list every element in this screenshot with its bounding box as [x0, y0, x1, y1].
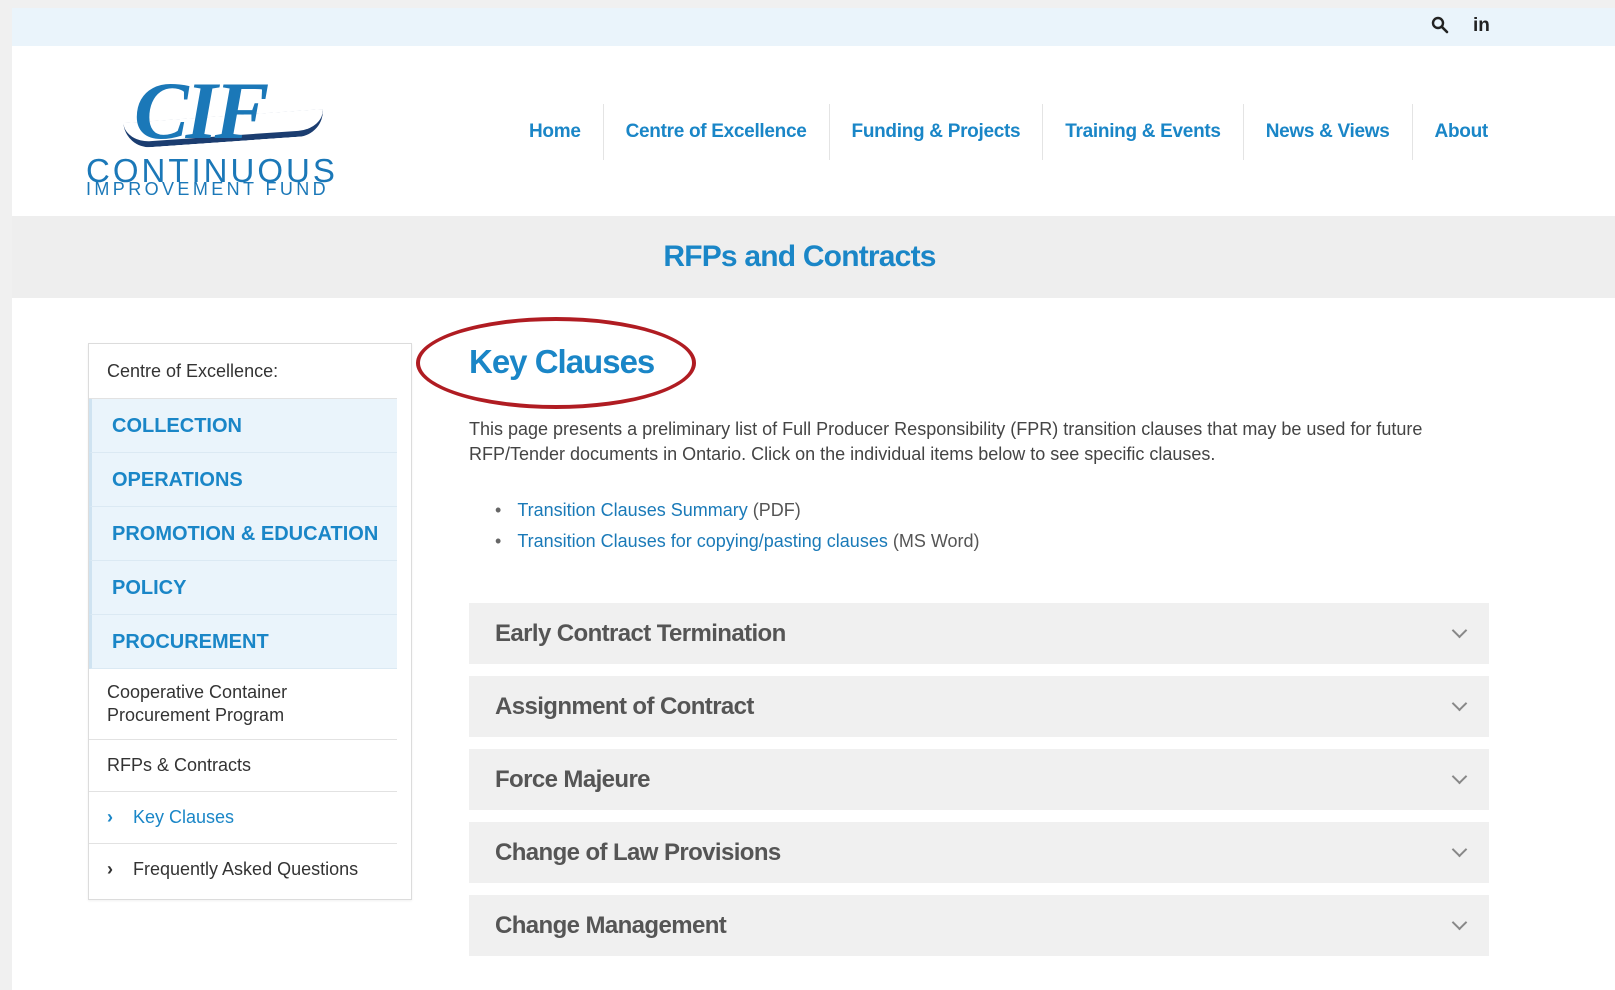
- accordion-title: Early Contract Termination: [495, 619, 786, 647]
- cif-logo[interactable]: CIF CONTINUOUS IMPROVEMENT FUND: [86, 70, 386, 200]
- sidebar-item-promotion-education[interactable]: PROMOTION & EDUCATION: [89, 507, 397, 561]
- chevron-down-icon: [1451, 768, 1468, 785]
- linkedin-icon[interactable]: in: [1473, 15, 1490, 37]
- nav-funding-projects[interactable]: Funding & Projects: [828, 104, 1043, 160]
- sidebar-subitem-label: Frequently Asked Questions: [133, 859, 359, 879]
- chevron-down-icon: [1451, 622, 1468, 639]
- page-title: RFPs and Contracts: [663, 240, 936, 273]
- document-links: Transition Clauses Summary (PDF) Transit…: [469, 495, 1489, 557]
- nav-training-events[interactable]: Training & Events: [1042, 104, 1242, 160]
- logo-mark: CIF: [134, 65, 269, 156]
- accordion-title: Change of Law Provisions: [495, 838, 781, 866]
- accordion-assignment-of-contract[interactable]: Assignment of Contract: [469, 676, 1489, 737]
- sidebar-subitem-label: RFPs & Contracts: [107, 755, 252, 775]
- accordion-title: Assignment of Contract: [495, 692, 754, 720]
- intro-text: This page presents a preliminary list of…: [469, 419, 1423, 464]
- site-header: CIF CONTINUOUS IMPROVEMENT FUND Home Cen…: [12, 46, 1615, 224]
- chevron-down-icon: [1451, 841, 1468, 858]
- sidebar-subitem-key-clauses[interactable]: › Key Clauses: [89, 792, 397, 844]
- sidebar-subitem-rfps-contracts[interactable]: RFPs & Contracts: [89, 740, 397, 792]
- nav-about[interactable]: About: [1411, 104, 1510, 160]
- sidebar-item-collection[interactable]: COLLECTION: [89, 399, 397, 453]
- nav-centre-of-excellence[interactable]: Centre of Excellence: [602, 104, 829, 160]
- link-suffix: (PDF): [747, 500, 801, 520]
- sidebar-subitem-label: Key Clauses: [133, 807, 235, 827]
- section-title-wrap: Key Clauses: [416, 317, 1489, 409]
- main-nav: Home Centre of Excellence Funding & Proj…: [507, 104, 1510, 160]
- chevron-right-icon: ›: [107, 859, 113, 879]
- chevron-right-icon: ›: [107, 807, 113, 827]
- sidebar-item-operations[interactable]: OPERATIONS: [89, 453, 397, 507]
- page-frame: in CIF CONTINUOUS IMPROVEMENT FUND Home …: [12, 8, 1615, 990]
- top-utility-bar: in: [12, 8, 1615, 46]
- list-item: Transition Clauses Summary (PDF): [495, 495, 1489, 526]
- sidebar-subitem-faq[interactable]: › Frequently Asked Questions: [89, 844, 397, 895]
- sidebar-heading: Centre of Excellence:: [89, 344, 397, 399]
- chevron-down-icon: [1451, 914, 1468, 931]
- logo-line-2: IMPROVEMENT FUND: [86, 179, 330, 199]
- list-item: Transition Clauses for copying/pasting c…: [495, 526, 1489, 557]
- link-transition-summary[interactable]: Transition Clauses Summary: [517, 500, 747, 520]
- sidebar-menu: Centre of Excellence: COLLECTION OPERATI…: [88, 343, 412, 900]
- nav-home[interactable]: Home: [507, 104, 603, 160]
- accordion-title: Change Management: [495, 911, 727, 939]
- sidebar-item-policy[interactable]: POLICY: [89, 561, 397, 615]
- search-icon[interactable]: [1431, 16, 1449, 39]
- link-transition-copying[interactable]: Transition Clauses for copying/pasting c…: [517, 531, 888, 551]
- sidebar-item-procurement[interactable]: PROCUREMENT: [89, 615, 397, 669]
- sidebar-subitem-cooperative-container[interactable]: Cooperative Container Procurement Progra…: [89, 669, 397, 740]
- page-banner: RFPs and Contracts: [12, 216, 1615, 298]
- accordion-force-majeure[interactable]: Force Majeure: [469, 749, 1489, 810]
- accordion-title: Force Majeure: [495, 765, 651, 793]
- main-content: Key Clauses This page presents a prelimi…: [416, 317, 1489, 968]
- highlight-ellipse: [416, 317, 696, 409]
- clauses-accordion: Early Contract Termination Assignment of…: [469, 603, 1489, 956]
- accordion-change-of-law[interactable]: Change of Law Provisions: [469, 822, 1489, 883]
- accordion-early-contract-termination[interactable]: Early Contract Termination: [469, 603, 1489, 664]
- accordion-change-management[interactable]: Change Management: [469, 895, 1489, 956]
- link-suffix: (MS Word): [887, 531, 980, 551]
- sidebar-subitem-label: Cooperative Container Procurement Progra…: [107, 682, 288, 725]
- nav-news-views[interactable]: News & Views: [1242, 104, 1412, 160]
- chevron-down-icon: [1451, 695, 1468, 712]
